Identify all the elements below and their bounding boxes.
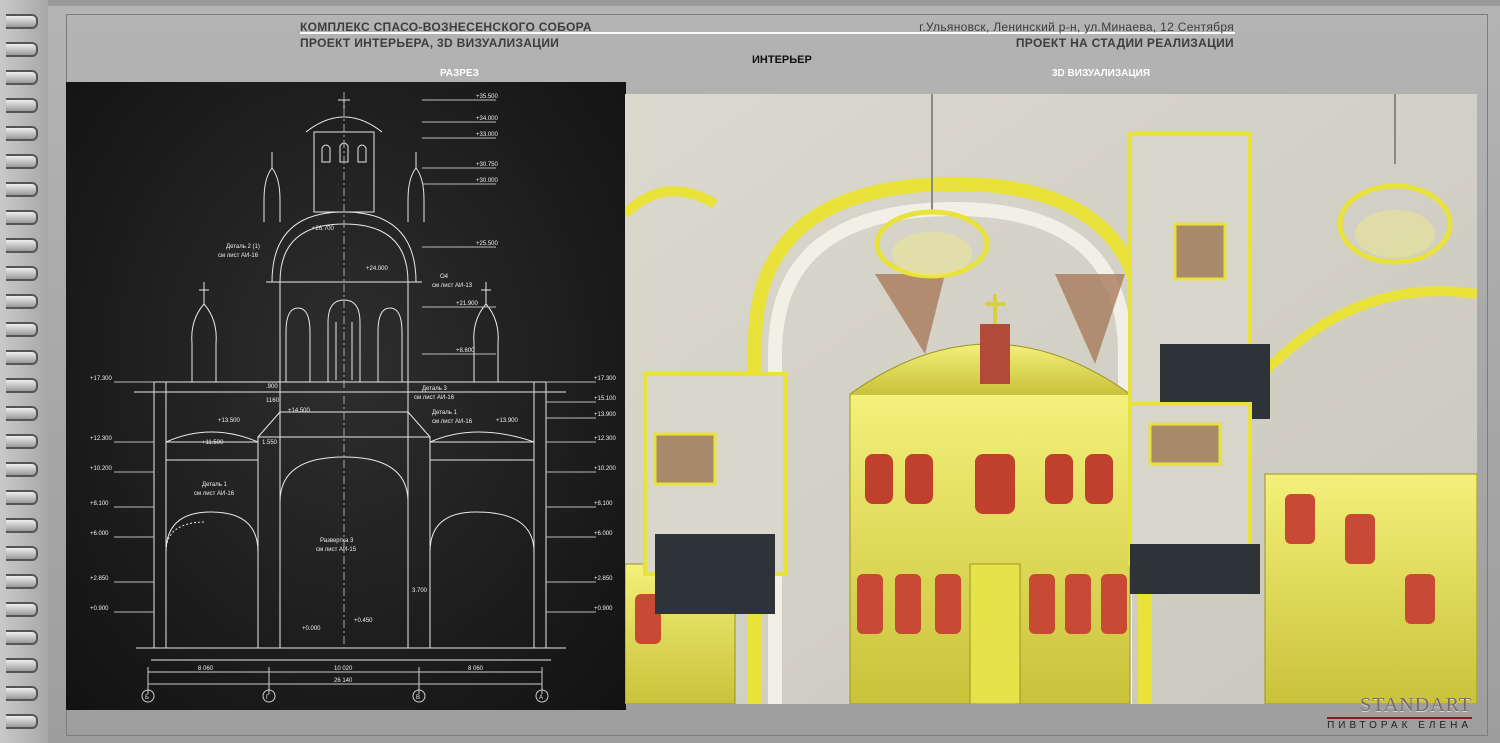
binding-ring [6, 350, 38, 365]
elevation-right: +6.000 [594, 531, 613, 537]
binding-ring [6, 630, 38, 645]
drawing-note: Деталь 3 [422, 386, 448, 392]
elevation-top: +34.000 [476, 116, 499, 122]
elevation-right: +12.300 [594, 436, 617, 442]
elevation-right: +2.850 [594, 576, 613, 582]
elevation-mark: +13.900 [496, 418, 519, 424]
drawing-note-ref: см лист АИ-16 [414, 395, 455, 401]
drawing-note: О4 [440, 274, 449, 280]
elevation-mark: +24.000 [366, 266, 389, 272]
elevation-mark: +0.000 [302, 626, 321, 632]
elevation-mark: +13.500 [218, 418, 241, 424]
dimension: 8 060 [468, 666, 484, 672]
binding-ring [6, 322, 38, 337]
elevation-mark: .900 [266, 384, 278, 390]
drawing-note-ref: см лист АИ-15 [316, 547, 357, 553]
binding-ring [6, 518, 38, 533]
binding-ring [6, 70, 38, 85]
drawing-note: Деталь 2 (1) [226, 244, 260, 250]
binding-ring [6, 98, 38, 113]
elevation-right: +10.200 [594, 466, 617, 472]
presentation-sheet: КОМПЛЕКС СПАСО-ВОЗНЕСЕНСКОГО СОБОРА ПРОЕ… [48, 6, 1500, 743]
title-stage: ПРОЕКТ НА СТАДИИ РЕАЛИЗАЦИИ [1015, 36, 1234, 50]
elevation-mark: +14.500 [288, 408, 311, 414]
dimension-total: 26 140 [334, 678, 353, 684]
binding-ring [6, 126, 38, 141]
elevation-top: +8.600 [456, 348, 475, 354]
binding-ring [6, 210, 38, 225]
drawing-note: Деталь 1 [432, 410, 458, 416]
binding-ring [6, 378, 38, 393]
elevation-left: +6.000 [90, 531, 109, 537]
author-logo: STANDART ПИВТОРАК ЕЛЕНА [1327, 694, 1472, 731]
elevation-left: +17.300 [90, 376, 113, 382]
elevation-right: +17.300 [594, 376, 617, 382]
section-title: ИНТЕРЬЕР [752, 54, 812, 66]
elevation-left: +10.200 [90, 466, 113, 472]
binding-ring [6, 154, 38, 169]
elevation-top: +21.900 [456, 301, 479, 307]
elevation-right: +8.100 [594, 501, 613, 507]
binding-ring [6, 686, 38, 701]
binding-ring [6, 462, 38, 477]
elevation-right: +0.900 [594, 606, 613, 612]
elevation-mark: +26.700 [312, 226, 335, 232]
binding-ring [6, 406, 38, 421]
interior-render [625, 94, 1477, 704]
panel-label-3d: 3D ВИЗУАЛИЗАЦИЯ [1052, 68, 1151, 79]
binding-ring [6, 434, 38, 449]
binding-ring [6, 714, 38, 729]
drawing-note-ref: см лист АИ-16 [432, 419, 473, 425]
cross-section-drawing: +17.300 +12.300 +10.200 +8.100 +6.000 +2… [66, 82, 626, 710]
dimension: 10 020 [334, 666, 353, 672]
axis-marker: В [416, 695, 420, 701]
binding-ring [6, 14, 38, 29]
elevation-left: +12.300 [90, 436, 113, 442]
elevation-right: +13.900 [594, 412, 617, 418]
axis-marker: Б [145, 695, 149, 701]
elevation-top: +35.500 [476, 94, 499, 100]
elevation-left: +0.900 [90, 606, 109, 612]
elevation-mark: +11.500 [202, 440, 224, 446]
axis-marker: А [539, 695, 543, 701]
drawing-note: Развертка 3 [320, 538, 354, 544]
logo-brand: STANDART [1360, 694, 1472, 716]
logo-author: ПИВТОРАК ЕЛЕНА [1327, 717, 1472, 731]
binding-ring [6, 182, 38, 197]
elevation-left: +2.850 [90, 576, 109, 582]
elevation-mark: 3.700 [412, 588, 428, 594]
binding-ring [6, 602, 38, 617]
elevation-mark: +0.450 [354, 618, 373, 624]
elevation-top: +30.750 [476, 162, 499, 168]
title-address: г.Ульяновск, Ленинский р-н, ул.Минаева, … [919, 20, 1234, 34]
spiral-binding [0, 0, 48, 743]
elevation-mark: 1160 [266, 398, 280, 404]
elevation-left: +8.100 [90, 501, 109, 507]
axis-marker: Г [266, 695, 270, 701]
elevation-top: +30.000 [476, 178, 499, 184]
title-project: ПРОЕКТ ИНТЕРЬЕРА, 3D ВИЗУАЛИЗАЦИИ [300, 36, 560, 50]
panel-label-section: РАЗРЕЗ [440, 68, 479, 79]
elevation-top: +25.500 [476, 241, 499, 247]
elevation-top: +33.000 [476, 132, 499, 138]
drawing-note-ref: см лист АИ-16 [194, 491, 235, 497]
binding-ring [6, 658, 38, 673]
binding-ring [6, 574, 38, 589]
binding-ring [6, 238, 38, 253]
drawing-note-ref: см лист АИ-13 [432, 283, 473, 289]
binding-ring [6, 546, 38, 561]
binding-ring [6, 294, 38, 309]
elevation-mark: 1.550 [262, 440, 278, 446]
binding-ring [6, 266, 38, 281]
dimension: 8 060 [198, 666, 214, 672]
elevation-right: +15.100 [594, 396, 617, 402]
drawing-note: Деталь 1 [202, 482, 228, 488]
drawing-note-ref: см лист АИ-16 [218, 253, 259, 259]
binding-ring [6, 490, 38, 505]
binding-ring [6, 42, 38, 57]
